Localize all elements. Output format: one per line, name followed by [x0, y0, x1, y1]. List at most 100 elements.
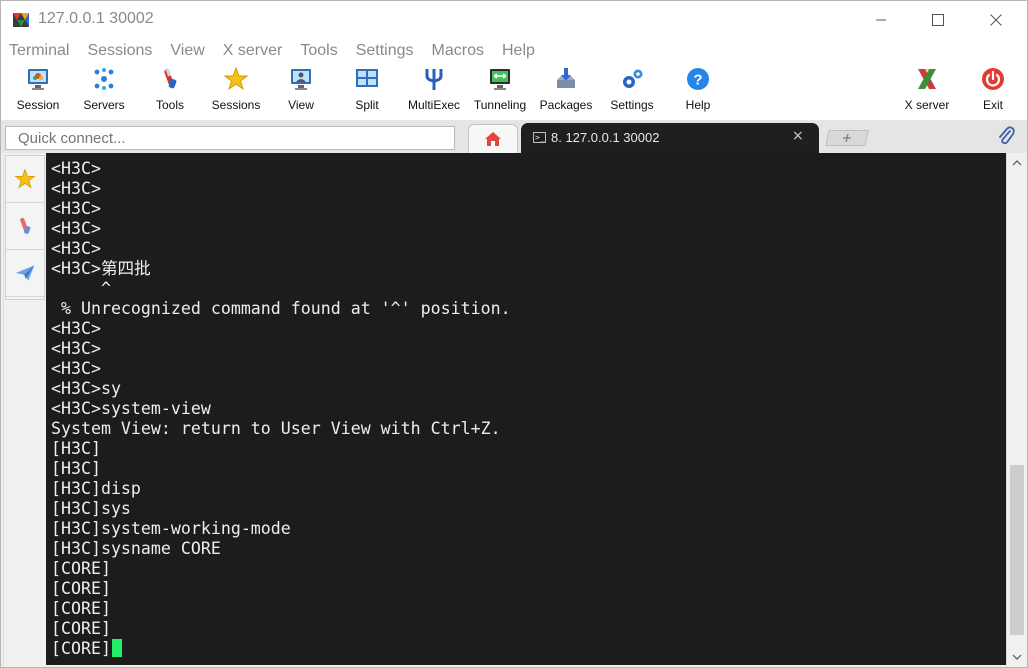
attach-button[interactable]	[997, 126, 1015, 151]
maximize-icon	[932, 14, 944, 26]
view-button[interactable]: View	[277, 66, 325, 118]
title-bar: 127.0.0.1 30002	[1, 1, 1027, 39]
sidebar-sessions-button[interactable]	[6, 156, 44, 203]
paperclip-icon	[999, 126, 1015, 145]
x-server-icon	[918, 69, 936, 89]
session-button[interactable]: Session	[14, 66, 62, 118]
help-label: Help	[685, 98, 711, 112]
menu-sessions[interactable]: Sessions	[87, 39, 152, 63]
terminal-line: [H3C]system-working-mode	[51, 519, 291, 538]
terminal-screen[interactable]: <H3C> <H3C> <H3C> <H3C> <H3C> <H3C>第四批 ^…	[46, 153, 1006, 665]
tunneling-button[interactable]: Tunneling	[469, 66, 531, 118]
terminal-line: <H3C>sy	[51, 379, 121, 398]
new-tab-button[interactable]	[825, 130, 869, 146]
settings-label: Settings	[610, 98, 654, 112]
menu-help[interactable]: Help	[502, 39, 535, 63]
scroll-thumb[interactable]	[1010, 465, 1024, 635]
sidebar-sftp-button[interactable]	[6, 250, 44, 297]
tools-button[interactable]: Tools	[146, 66, 194, 118]
chevron-up-icon	[1012, 160, 1022, 166]
star-icon	[14, 168, 36, 189]
sidebar-rail	[3, 155, 4, 667]
app-logo-icon	[13, 13, 29, 27]
menu-tools[interactable]: Tools	[300, 39, 337, 63]
terminal-line: [H3C]sys	[51, 499, 131, 518]
terminal-line: ^	[51, 279, 111, 298]
exit-label: Exit	[982, 98, 1003, 112]
view-monitor-icon	[291, 69, 311, 90]
menu-view[interactable]: View	[170, 39, 204, 63]
multiexec-fork-icon	[425, 69, 443, 90]
terminal-line: <H3C>	[51, 359, 101, 378]
terminal-line: <H3C>	[51, 219, 101, 238]
terminal-line: <H3C>	[51, 199, 101, 218]
close-window-button[interactable]	[967, 1, 1025, 39]
quick-connect-input[interactable]	[5, 126, 455, 150]
window-title: 127.0.0.1 30002	[38, 10, 154, 27]
scroll-down-button[interactable]	[1007, 647, 1027, 667]
split-label: Split	[355, 98, 379, 112]
close-icon	[990, 14, 1002, 26]
power-icon	[982, 68, 1004, 90]
terminal-line: <H3C>	[51, 319, 101, 338]
menu-x-server[interactable]: X server	[223, 39, 283, 63]
terminal-line: % Unrecognized command found at '^' posi…	[51, 299, 511, 318]
x-server-label: X server	[904, 98, 950, 112]
packages-button[interactable]: Packages	[537, 66, 595, 118]
tools-knife-icon	[20, 217, 31, 234]
svg-text:?: ?	[693, 72, 702, 89]
paper-plane-icon	[15, 265, 35, 281]
scroll-up-button[interactable]	[1007, 153, 1027, 173]
tab-session-active[interactable]: >_ 8. 127.0.0.1 30002 ×	[521, 123, 819, 153]
tools-label: Tools	[155, 98, 184, 112]
terminal-line: [CORE]	[51, 599, 111, 618]
main-toolbar: Session Servers Tools Sessions View Spli…	[1, 63, 1027, 121]
packages-label: Packages	[539, 98, 593, 112]
terminal-line: <H3C>	[51, 159, 101, 178]
terminal-line: <H3C>	[51, 239, 101, 258]
terminal-prompt-text: [CORE]	[51, 639, 111, 658]
chevron-down-icon	[1012, 654, 1022, 660]
sidebar-tools-button[interactable]	[6, 203, 44, 250]
x-server-button[interactable]: X server	[896, 66, 958, 118]
multiexec-button[interactable]: MultiExec	[404, 66, 464, 118]
servers-button[interactable]: Servers	[80, 66, 128, 118]
session-monitor-icon	[28, 69, 48, 90]
minimize-button[interactable]	[852, 1, 910, 39]
split-button[interactable]: Split	[343, 66, 391, 118]
tab-close-button[interactable]: ×	[792, 128, 804, 144]
menu-settings[interactable]: Settings	[356, 39, 414, 63]
home-tab[interactable]	[468, 124, 518, 153]
help-button[interactable]: ? Help	[674, 66, 722, 118]
session-label: Session	[16, 98, 60, 112]
side-panel	[5, 155, 45, 300]
star-icon	[223, 66, 249, 91]
terminal-line: [CORE]	[51, 619, 111, 638]
terminal-line: <H3C>system-view	[51, 399, 211, 418]
terminal-line: <H3C>	[51, 339, 101, 358]
tools-knife-icon	[164, 67, 177, 89]
terminal-line: [CORE]	[51, 579, 111, 598]
maximize-button[interactable]	[909, 1, 967, 39]
sessions-label: Sessions	[211, 98, 261, 112]
terminal-line: [H3C]	[51, 459, 101, 478]
menu-macros[interactable]: Macros	[432, 39, 484, 63]
terminal-prompt-line: [CORE]	[51, 639, 122, 659]
menu-terminal[interactable]: Terminal	[9, 39, 69, 63]
plus-icon	[842, 134, 852, 142]
terminal-line: [CORE]	[51, 559, 111, 578]
terminal-scrollbar[interactable]	[1006, 153, 1026, 667]
sessions-button[interactable]: Sessions	[208, 66, 264, 118]
minimize-icon	[876, 19, 886, 21]
terminal-icon: >_	[533, 132, 546, 143]
terminal-line: System View: return to User View with Ct…	[51, 419, 501, 438]
exit-button[interactable]: Exit	[969, 66, 1017, 118]
servers-label: Servers	[83, 98, 125, 112]
settings-button[interactable]: Settings	[604, 66, 660, 118]
split-grid-icon	[356, 69, 378, 87]
terminal-line: [H3C]sysname CORE	[51, 539, 221, 558]
tunneling-label: Tunneling	[473, 98, 527, 112]
tunneling-icon	[490, 69, 510, 90]
packages-download-icon	[557, 68, 575, 88]
terminal-cursor	[111, 639, 122, 657]
